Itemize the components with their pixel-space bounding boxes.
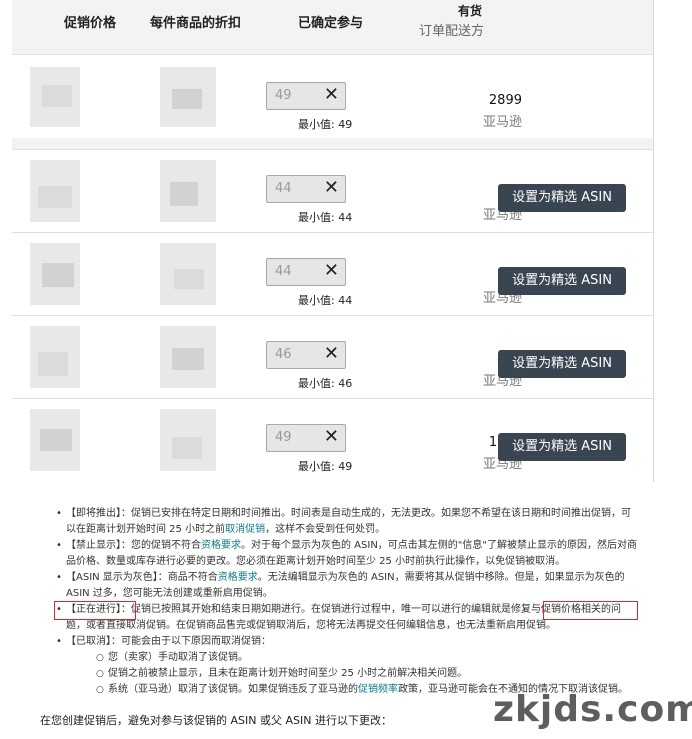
blurred-price [42, 263, 74, 287]
quantity-value: 49 [275, 430, 292, 445]
close-icon[interactable]: ✕ [324, 177, 339, 198]
note-text: 【已取消】：可能会由于以下原因而取消促销： [66, 636, 271, 647]
set-featured-asin-button[interactable]: 设置为精选 ASIN [498, 350, 626, 378]
cancel-reason: 促销之前被禁止显示，且未在距离计划开始时间至少 25 小时之前解决相关问题。 [66, 666, 640, 682]
quantity-value: 46 [275, 347, 292, 362]
min-value-label: 最小值: 44 [298, 294, 353, 307]
table-border [653, 0, 654, 482]
note-suppressed: 【禁止显示】：您的促销不符合资格要求。对于每个显示为灰色的 ASIN，可点击其左… [40, 538, 640, 570]
min-value-label: 最小值: 46 [298, 377, 353, 390]
quantity-value: 49 [275, 88, 292, 103]
note-greyed-asin: 【ASIN 显示为灰色】：商品不符合资格要求。无法编辑显示为灰色的 ASIN，需… [40, 570, 640, 602]
close-icon[interactable]: ✕ [324, 426, 339, 447]
close-icon[interactable]: ✕ [324, 343, 339, 364]
quantity-input[interactable]: 44 ✕ [266, 175, 346, 203]
note-text: ，这样不会受到任何处罚。 [265, 524, 386, 535]
header-instock: 有货 [458, 4, 483, 18]
quantity-value: 44 [275, 264, 292, 279]
quantity-input[interactable]: 44 ✕ [266, 258, 346, 286]
cancel-reason: 您（卖家）手动取消了该促销。 [66, 650, 640, 666]
header-confirmed: 已确定参与 [298, 16, 364, 31]
eligibility-link[interactable]: 资格要求 [201, 540, 241, 551]
note-text: 题，或者直接取消促销。在促销商品售完或促销取消后，您将无法再提交任何编辑信息，也… [66, 620, 556, 631]
blurred-price [42, 85, 72, 107]
note-upcoming: 【即将推出】：促销已安排在特定日期和时间推出。时间表是自动生成的，无法更改。如果… [40, 506, 640, 538]
header-fulfillment: 订单配送方 [418, 24, 484, 39]
set-featured-asin-button[interactable]: 设置为精选 ASIN [498, 433, 626, 461]
set-featured-asin-button[interactable]: 设置为精选 ASIN [498, 267, 626, 295]
quantity-value: 44 [275, 181, 292, 196]
note-text: ：促销已按照其开始和结束日期如期进行。在促销进行过程中，唯一可以进行的编辑就是修… [121, 604, 541, 615]
min-value-label: 最小值: 49 [298, 118, 353, 131]
eligibility-link[interactable]: 资格要求 [218, 572, 258, 583]
note-text: 【禁止显示】：您的促销不符合 [66, 540, 201, 551]
note-text: 【ASIN 显示为灰色】：商品不符合 [66, 572, 218, 583]
set-featured-asin-button[interactable]: 设置为精选 ASIN [498, 184, 626, 212]
quantity-input[interactable]: 49 ✕ [266, 424, 346, 452]
header-price: 促销价格 [64, 16, 117, 31]
shipper-label: 亚马逊 [482, 115, 522, 130]
min-value-label: 最小值: 49 [298, 460, 353, 473]
min-value-label: 最小值: 44 [298, 211, 353, 224]
blurred-discount [174, 269, 204, 289]
watermark: zkjds.com [493, 689, 692, 730]
note-text: 【即将推出】：促销已安排在特定日期和时间推出。时间表是自动生成的，无法更改。如果… [66, 508, 621, 519]
blurred-price [38, 352, 68, 376]
note-text: 系统（亚马逊）取消了该促销。如果促销违反了亚马逊的 [108, 684, 358, 695]
blurred-price [40, 429, 72, 451]
quantity-input[interactable]: 46 ✕ [266, 341, 346, 369]
final-instruction: 在您创建促销后，避免对参与该促销的 ASIN 或父 ASIN 进行以下更改： [40, 714, 392, 727]
quantity-input[interactable]: 49 ✕ [266, 82, 346, 110]
blurred-price [38, 186, 72, 208]
highlight-box [54, 601, 136, 620]
blurred-discount [170, 182, 198, 206]
blurred-discount [172, 89, 202, 109]
close-icon[interactable]: ✕ [324, 260, 339, 281]
highlight-box [543, 601, 638, 620]
close-icon[interactable]: ✕ [324, 84, 339, 105]
blurred-discount [172, 348, 204, 370]
header-discount: 每件商品的折扣 [150, 16, 242, 31]
blurred-discount [172, 437, 202, 459]
count-value: 2899 [488, 93, 522, 108]
promotion-frequency-link[interactable]: 促销频率 [358, 684, 398, 695]
cancel-promotion-link[interactable]: 取消促销 [225, 524, 265, 535]
